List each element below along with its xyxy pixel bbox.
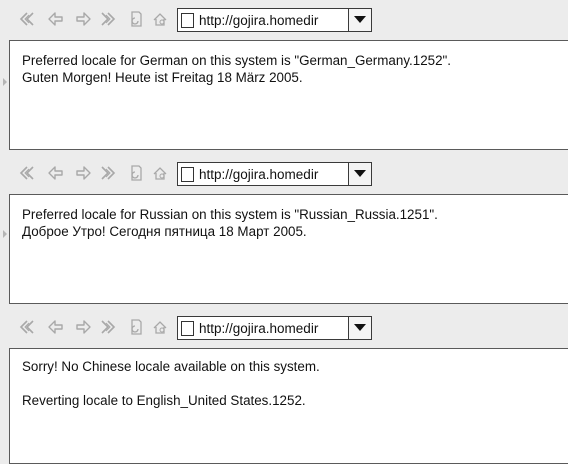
- rewind-icon[interactable]: [17, 163, 37, 183]
- content-line: Доброе Утро! Сегодня пятница 18 Март 200…: [22, 223, 307, 239]
- home-icon[interactable]: [150, 9, 170, 29]
- content-line: Preferred locale for Russian on this sys…: [22, 207, 438, 222]
- forward-arrow-icon[interactable]: [73, 317, 93, 337]
- page-content: Preferred locale for German on this syst…: [9, 40, 568, 150]
- rewind-icon[interactable]: [17, 317, 37, 337]
- content-line: Reverting locale to English_United State…: [22, 392, 306, 408]
- browser-toolbar: http://gojira.homedir: [0, 154, 568, 192]
- browser-window-chinese: http://gojira.homedir Sorry! No Chinese …: [0, 308, 568, 464]
- page-icon: [181, 12, 194, 28]
- page-icon: [181, 166, 194, 182]
- back-arrow-icon[interactable]: [46, 163, 66, 183]
- home-icon[interactable]: [150, 317, 170, 337]
- page-content: Sorry! No Chinese locale available on th…: [9, 348, 568, 464]
- url-field[interactable]: http://gojira.homedir: [177, 8, 348, 32]
- forward-arrow-icon[interactable]: [73, 163, 93, 183]
- browser-toolbar: http://gojira.homedir: [0, 308, 568, 346]
- back-arrow-icon[interactable]: [46, 9, 66, 29]
- reload-icon[interactable]: [126, 9, 146, 29]
- address-bar[interactable]: http://gojira.homedir: [177, 8, 372, 32]
- url-field[interactable]: http://gojira.homedir: [177, 316, 348, 340]
- content-line: Preferred locale for German on this syst…: [22, 53, 452, 68]
- browser-window-russian: http://gojira.homedir Preferred locale f…: [0, 154, 568, 308]
- content-line: Guten Morgen! Heute ist Freitag 18 März …: [22, 69, 303, 85]
- fast-forward-icon[interactable]: [98, 163, 118, 183]
- browser-toolbar: http://gojira.homedir: [0, 0, 568, 38]
- url-text: http://gojira.homedir: [199, 12, 319, 28]
- browser-window-german: http://gojira.homedir Preferred locale f…: [0, 0, 568, 154]
- side-grip-icon: [3, 78, 7, 86]
- page-content: Preferred locale for Russian on this sys…: [9, 194, 568, 304]
- address-bar[interactable]: http://gojira.homedir: [177, 162, 372, 186]
- side-grip-icon: [3, 230, 7, 238]
- home-icon[interactable]: [150, 163, 170, 183]
- address-bar[interactable]: http://gojira.homedir: [177, 316, 372, 340]
- url-text: http://gojira.homedir: [199, 320, 319, 336]
- rewind-icon[interactable]: [17, 9, 37, 29]
- back-arrow-icon[interactable]: [46, 317, 66, 337]
- forward-arrow-icon[interactable]: [73, 9, 93, 29]
- url-field[interactable]: http://gojira.homedir: [177, 162, 348, 186]
- dropdown-arrow-icon[interactable]: [348, 316, 372, 340]
- fast-forward-icon[interactable]: [98, 317, 118, 337]
- url-text: http://gojira.homedir: [199, 166, 319, 182]
- dropdown-arrow-icon[interactable]: [348, 8, 372, 32]
- dropdown-arrow-icon[interactable]: [348, 162, 372, 186]
- page-icon: [181, 320, 194, 336]
- fast-forward-icon[interactable]: [98, 9, 118, 29]
- reload-icon[interactable]: [126, 317, 146, 337]
- content-line: Sorry! No Chinese locale available on th…: [22, 359, 320, 374]
- reload-icon[interactable]: [126, 163, 146, 183]
